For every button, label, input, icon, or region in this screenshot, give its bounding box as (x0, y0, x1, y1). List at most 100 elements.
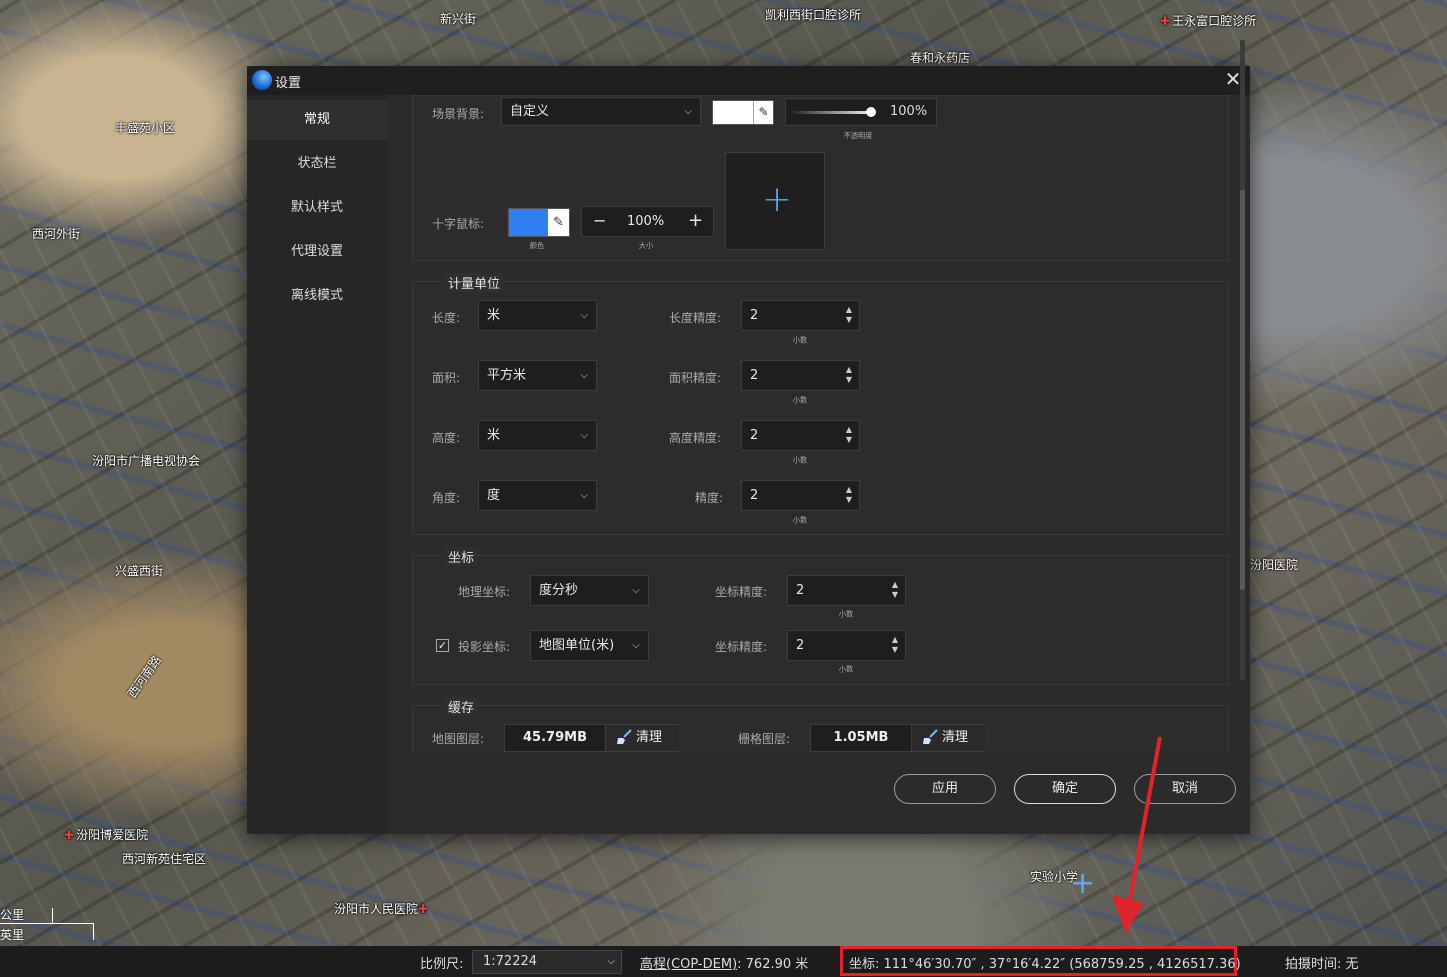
settings-sidebar: 常规 状态栏 默认样式 代理设置 离线模式 (247, 95, 387, 834)
map-label: 西河外街 (32, 227, 81, 241)
raster-layer-cache: 1.05MB 清理 (810, 724, 985, 752)
coordinate-readout: 坐标: 111°46′30.70″ , 37°16′4.22″ (568759.… (849, 957, 1241, 972)
chevron-down-icon: ⌵ (607, 956, 615, 967)
opacity-track (791, 111, 871, 114)
crosshair-color-swatch[interactable]: ✎ (508, 208, 570, 237)
app-logo-icon (252, 70, 272, 90)
height-precision-label: 高度精度: (669, 431, 722, 445)
decimal-caption: 小数 (792, 516, 808, 525)
geo-coord-select[interactable]: 度分秒 ⌵ (530, 575, 649, 606)
proj-coord-checkbox[interactable]: ✓ (436, 639, 449, 652)
angle-label: 角度: (432, 491, 461, 505)
nav-item-offline[interactable]: 离线模式 (247, 276, 387, 316)
area-unit-select[interactable]: 平方米 ⌵ (478, 360, 597, 391)
clear-raster-cache-button[interactable]: 清理 (911, 725, 985, 751)
map-label: ✚ 汾阳博爱医院 (64, 828, 149, 842)
map-pin-icon: ✚ (64, 828, 75, 842)
chevron-down-icon: ⌵ (580, 370, 588, 381)
area-label: 面积: (432, 371, 461, 385)
map-label: 西河新苑住宅区 (122, 852, 207, 866)
spin-arrows-icon[interactable]: ▲ ▼ (892, 580, 898, 600)
nav-item-statusbar[interactable]: 状态栏 (247, 144, 387, 184)
chevron-down-icon: ⌵ (580, 490, 588, 501)
map-label: 春和永药店 (910, 51, 971, 65)
map-label: 凯利西街口腔诊所 (765, 8, 862, 22)
crosshair-size-caption: 大小 (638, 241, 654, 250)
map-layer-cache: 45.79MB 清理 (504, 724, 679, 752)
decimal-caption: 小数 (792, 456, 808, 465)
map-pin-icon: ✚ (1160, 14, 1171, 28)
length-precision-spinbox[interactable]: 2 ▲ ▼ (741, 300, 860, 331)
scene-bg-select[interactable]: 自定义 ⌵ (501, 97, 701, 126)
proj-coord-select[interactable]: 地图单位(米) ⌵ (530, 630, 649, 661)
chevron-down-icon: ⌵ (580, 310, 588, 321)
map-label: 汾阳市广播电视协会 (92, 454, 201, 468)
eyedropper-icon[interactable]: ✎ (753, 101, 773, 124)
chevron-down-icon: ⌵ (684, 106, 692, 117)
map-label: ✚ 王永富口腔诊所 (1160, 14, 1257, 28)
length-label: 长度: (432, 311, 461, 325)
nav-item-proxy[interactable]: 代理设置 (247, 232, 387, 272)
dialog-titlebar: 设置 ✕ (247, 66, 1250, 95)
opacity-slider[interactable]: 100% (785, 98, 937, 126)
minus-button[interactable]: − (593, 211, 606, 230)
crosshair-size-value: 100% (627, 214, 665, 229)
map-label: 丰盛苑小区 (115, 121, 176, 135)
brush-icon (923, 729, 938, 744)
length-unit-select[interactable]: 米 ⌵ (478, 300, 597, 331)
chevron-down-icon: ⌵ (632, 585, 640, 596)
spin-arrows-icon[interactable]: ▲ ▼ (846, 305, 852, 325)
crosshair-label: 十字鼠标: (432, 217, 485, 231)
decimal-caption: 小数 (792, 396, 808, 405)
scalebar-km: 公里 (0, 908, 25, 922)
map-layer-cache-label: 地图图层: (432, 732, 485, 746)
angle-precision-spinbox[interactable]: 2 ▲ ▼ (741, 480, 860, 511)
nav-item-default-style[interactable]: 默认样式 (247, 188, 387, 228)
scene-bg-label: 场景背景: (432, 107, 485, 121)
elevation-source-link[interactable]: 高程(COP-DEM) (640, 957, 737, 972)
apply-button[interactable]: 应用 (894, 774, 996, 804)
height-unit-select[interactable]: 米 ⌵ (478, 420, 597, 451)
crosshair-icon: + (762, 179, 793, 220)
map-crosshair-icon: + (1070, 866, 1096, 901)
brush-icon (617, 729, 632, 744)
spin-arrows-icon[interactable]: ▲ ▼ (846, 365, 852, 385)
length-precision-label: 长度精度: (669, 311, 722, 325)
proj-precision-spinbox[interactable]: 2 ▲ ▼ (787, 630, 906, 661)
scrollbar-thumb[interactable] (1240, 190, 1245, 590)
cache-section-title: 缓存 (444, 697, 479, 716)
nav-item-general[interactable]: 常规 (247, 100, 387, 140)
scalebar-mi: 英里 (0, 928, 25, 942)
plus-button[interactable]: + (688, 210, 703, 231)
crosshair-size-stepper[interactable]: − 100% + (581, 206, 714, 237)
dialog-title: 设置 (275, 76, 302, 91)
proj-precision-label: 坐标精度: (715, 640, 768, 654)
units-section-title: 计量单位 (444, 273, 505, 292)
map-label: 西河南路 (124, 653, 164, 701)
angle-unit-select[interactable]: 度 ⌵ (478, 480, 597, 511)
height-precision-spinbox[interactable]: 2 ▲ ▼ (741, 420, 860, 451)
opacity-handle[interactable] (866, 107, 876, 117)
coords-section-title: 坐标 (444, 547, 479, 566)
area-precision-spinbox[interactable]: 2 ▲ ▼ (741, 360, 860, 391)
decimal-caption: 小数 (838, 610, 854, 619)
scale-select[interactable]: 1:72224 ⌵ (472, 950, 622, 974)
scene-bg-color-swatch[interactable]: ✎ (712, 100, 774, 125)
crosshair-preview: + (725, 152, 825, 250)
content-scrollbar[interactable] (1240, 40, 1245, 680)
eyedropper-icon[interactable]: ✎ (548, 209, 569, 236)
map-layer-cache-size: 45.79MB (523, 730, 587, 745)
crosshair-color-caption: 颜色 (529, 241, 545, 250)
geo-precision-spinbox[interactable]: 2 ▲ ▼ (787, 575, 906, 606)
spin-arrows-icon[interactable]: ▲ ▼ (846, 485, 852, 505)
raster-layer-cache-label: 栅格图层: (738, 732, 791, 746)
clear-map-cache-button[interactable]: 清理 (605, 725, 679, 751)
close-icon: ✕ (1224, 67, 1242, 91)
spin-arrows-icon[interactable]: ▲ ▼ (846, 425, 852, 445)
spin-arrows-icon[interactable]: ▲ ▼ (892, 635, 898, 655)
map-scalebar: 公里 英里 (0, 905, 96, 945)
decimal-caption: 小数 (792, 336, 808, 345)
annotation-arrow-icon (1112, 736, 1162, 933)
geo-coord-label: 地理坐标: (458, 585, 511, 599)
proj-coord-label: 投影坐标: (458, 640, 511, 654)
